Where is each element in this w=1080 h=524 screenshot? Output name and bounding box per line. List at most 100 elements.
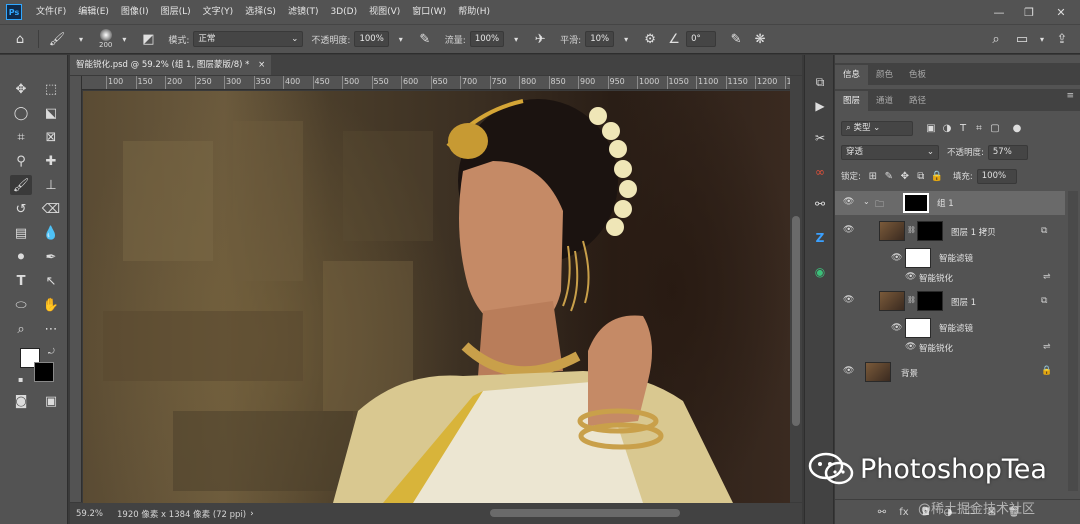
layer-row-layer-1-copy[interactable]: 👁 ⛓ 图层 1 拷贝 ⧉ [835, 217, 1065, 245]
frame-tool-icon[interactable]: ⊠ [40, 127, 62, 147]
chevron-right-icon[interactable]: › [250, 509, 254, 519]
pressure-opacity-icon[interactable]: ✎ [413, 32, 437, 47]
actions-play-icon[interactable]: ▶ [809, 95, 831, 117]
layer-row-smart-filters[interactable]: 👁 智能滤镜 [835, 247, 1065, 269]
gear-icon[interactable]: ⚙ [638, 32, 662, 47]
layer-row-background[interactable]: 👁 背景 🔒 [835, 359, 1065, 385]
healing-brush-tool-icon[interactable]: ✚ [40, 151, 62, 171]
horizontal-scroll-thumb[interactable] [490, 509, 680, 517]
layer-row-smart-filters[interactable]: 👁 智能滤镜 [835, 317, 1065, 339]
tab-swatches[interactable]: 色板 [901, 65, 934, 85]
marquee-tool-icon[interactable]: ⬚ [40, 79, 62, 99]
chevron-down-icon[interactable]: ▾ [112, 35, 136, 44]
move-tool-icon[interactable]: ✥ [10, 79, 32, 99]
plugin-icon[interactable]: ∞ [809, 161, 831, 183]
lock-all-icon[interactable]: 🔒 [929, 171, 945, 182]
close-tab-icon[interactable]: × [258, 60, 265, 70]
layers-scrollbar[interactable] [1068, 191, 1078, 491]
blur-tool-icon[interactable]: 💧 [40, 223, 62, 243]
object-select-tool-icon[interactable]: ⬕ [40, 103, 62, 123]
background-color-swatch[interactable] [34, 362, 54, 382]
link-plugin-icon[interactable]: ⚯ [809, 193, 831, 215]
visibility-eye-icon[interactable]: 👁 [843, 225, 854, 235]
visibility-eye-icon[interactable]: 👁 [843, 197, 854, 207]
visibility-eye-icon[interactable]: 👁 [891, 323, 902, 333]
menu-select[interactable]: 选择(S) [239, 0, 282, 24]
vertical-scrollbar[interactable] [790, 76, 802, 502]
layer-row-layer-1[interactable]: 👁 ⛓ 图层 1 ⧉ [835, 287, 1065, 315]
lock-transparent-icon[interactable]: ⊞ [865, 171, 881, 182]
airbrush-icon[interactable]: ✈ [528, 32, 552, 47]
layer-row-smart-sharpen[interactable]: 👁 智能锐化 ⇌ [835, 339, 1065, 357]
tk-plugin-icon[interactable]: ◉ [809, 261, 831, 283]
pen-tool-icon[interactable]: ✒ [40, 247, 62, 267]
home-icon[interactable]: ⌂ [8, 32, 32, 47]
tab-channels[interactable]: 通道 [868, 91, 901, 111]
chevron-down-icon[interactable]: ▾ [389, 35, 413, 44]
visibility-eye-icon[interactable]: 👁 [905, 272, 916, 282]
brush-preset-picker[interactable]: 200 [99, 29, 112, 49]
type-filter-icon[interactable]: T [955, 123, 971, 134]
menu-window[interactable]: 窗口(W) [406, 0, 452, 24]
screen-mode-icon[interactable]: ▣ [40, 391, 62, 411]
filter-options-icon[interactable]: ⇌ [1043, 272, 1051, 282]
z-plugin-icon[interactable]: Z [809, 227, 831, 249]
filter-kind-select[interactable]: ⌕ 类型 ⌄ [841, 120, 913, 136]
vertical-scroll-thumb[interactable] [792, 216, 800, 426]
menu-type[interactable]: 文字(Y) [197, 0, 240, 24]
lock-image-icon[interactable]: ✎ [881, 171, 897, 182]
default-colors-icon[interactable]: ▪ [18, 375, 23, 384]
minimize-button[interactable]: — [984, 0, 1014, 24]
close-window-button[interactable]: ✕ [1046, 0, 1076, 24]
fill-input[interactable]: 100% [976, 168, 1017, 184]
swap-colors-icon[interactable]: ⤾ [48, 347, 55, 357]
type-tool-icon[interactable]: T [10, 271, 32, 291]
tab-paths[interactable]: 路径 [901, 91, 934, 111]
layer-mask-thumbnail[interactable] [917, 221, 943, 241]
menu-view[interactable]: 视图(V) [363, 0, 406, 24]
brush-settings-icon[interactable]: ◩ [136, 32, 160, 47]
document-tab[interactable]: 智能锐化.psd @ 59.2% (组 1, 图层蒙版/8) * × [70, 55, 272, 75]
opacity-input[interactable]: 100% [354, 31, 389, 47]
history-brush-tool-icon[interactable]: ↺ [10, 199, 32, 219]
smart-filter-mask-thumbnail[interactable] [905, 318, 931, 338]
lock-position-icon[interactable]: ✥ [897, 171, 913, 182]
menu-file[interactable]: 文件(F) [30, 0, 72, 24]
chevron-down-icon[interactable]: ▾ [69, 35, 93, 44]
dodge-tool-icon[interactable]: ⚫ [10, 247, 32, 267]
pressure-size-icon[interactable]: ✎ [724, 32, 748, 47]
visibility-eye-icon[interactable]: 👁 [891, 253, 902, 263]
smart-filter-mask-thumbnail[interactable] [905, 248, 931, 268]
visibility-eye-icon[interactable]: 👁 [843, 366, 854, 376]
layer-row-group-1[interactable]: 👁 ⌄ 🗀 组 1 [835, 191, 1065, 215]
menu-filter[interactable]: 滤镜(T) [282, 0, 325, 24]
tab-layers[interactable]: 图层 [835, 91, 869, 111]
zoom-level[interactable]: 59.2% [76, 509, 103, 519]
adjustment-filter-icon[interactable]: ◑ [939, 123, 955, 134]
brush-tool-icon[interactable]: 🖌 [10, 175, 32, 195]
layer-opacity-input[interactable]: 57% [987, 144, 1028, 160]
tab-color[interactable]: 颜色 [868, 65, 901, 85]
layer-row-smart-sharpen[interactable]: 👁 智能锐化 ⇌ [835, 269, 1065, 287]
flow-input[interactable]: 100% [469, 31, 505, 47]
image-filter-icon[interactable]: ▣ [923, 123, 939, 134]
share-icon[interactable]: ⇪ [1050, 32, 1074, 47]
gradient-tool-icon[interactable]: ▤ [10, 223, 32, 243]
menu-3d[interactable]: 3D(D) [324, 0, 363, 24]
layer-style-icon[interactable]: fx [893, 507, 915, 518]
brush-tool-icon[interactable]: 🖌 [45, 32, 69, 47]
maximize-button[interactable]: ❐ [1014, 0, 1044, 24]
symmetry-icon[interactable]: ❋ [748, 32, 772, 47]
smart-object-filter-icon[interactable]: ▢ [987, 123, 1003, 134]
layer-mask-thumbnail[interactable] [917, 291, 943, 311]
filter-toggle-icon[interactable]: ● [1009, 123, 1025, 134]
chevron-down-icon[interactable]: ▾ [614, 35, 638, 44]
lasso-tool-icon[interactable]: ◯ [10, 103, 32, 123]
document-canvas[interactable] [83, 91, 790, 503]
visibility-eye-icon[interactable]: 👁 [905, 342, 916, 352]
eraser-tool-icon[interactable]: ⌫ [40, 199, 62, 219]
mode-select[interactable]: 正常 ⌄ [193, 31, 304, 47]
quick-mask-icon[interactable]: ◙ [10, 391, 32, 411]
more-tools-icon[interactable]: ⋯ [40, 319, 62, 339]
blend-mode-select[interactable]: 穿透 ⌄ [841, 144, 939, 160]
